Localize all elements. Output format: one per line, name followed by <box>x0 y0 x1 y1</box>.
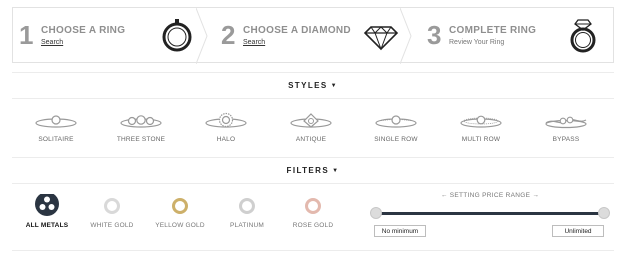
step-choose-diamond[interactable]: 2 CHOOSE A DIAMOND Search <box>207 8 412 64</box>
solitaire-ring-icon <box>35 115 77 128</box>
step-search-link[interactable]: Search <box>243 39 351 46</box>
step-complete-ring[interactable]: 3 COMPLETE RING Review Your Ring <box>411 8 613 62</box>
step-title: CHOOSE A DIAMOND <box>243 24 351 36</box>
progress-steps: 1 CHOOSE A RING Search 2 CHOOSE A DIAMON… <box>12 7 614 64</box>
styles-list: SOLITAIRE THREE STONE HALO ANTIQUE SINGL… <box>12 112 614 152</box>
price-min-handle[interactable] <box>370 207 382 219</box>
white-gold-swatch <box>104 198 120 214</box>
multi-row-ring-icon <box>460 115 502 128</box>
step-title: COMPLETE RING <box>449 24 537 36</box>
style-label: MULTI ROW <box>461 136 501 143</box>
step-divider <box>400 8 412 64</box>
diamond-ring-icon <box>570 19 596 53</box>
yellow-gold-swatch <box>172 198 188 214</box>
step-search-link[interactable]: Search <box>41 39 125 46</box>
styles-toggle[interactable]: STYLES ▼ <box>12 72 614 99</box>
ring-icon <box>162 19 192 52</box>
style-single-row[interactable]: SINGLE ROW <box>356 112 436 143</box>
style-bypass[interactable]: BYPASS <box>526 112 606 143</box>
rose-gold-swatch <box>305 198 321 214</box>
style-antique[interactable]: ANTIQUE <box>271 112 351 143</box>
metal-label: ALL METALS <box>25 222 69 229</box>
style-multi-row[interactable]: MULTI ROW <box>441 112 521 143</box>
metal-platinum[interactable]: PLATINUM <box>212 198 282 229</box>
caret-down-icon: ▼ <box>332 167 340 174</box>
metal-filter-list: ALL METALS WHITE GOLD YELLOW GOLD PLATIN… <box>12 194 352 238</box>
step-divider <box>196 8 208 64</box>
filters-label: FILTERS <box>286 166 330 175</box>
style-label: THREE STONE <box>116 136 166 143</box>
style-label: BYPASS <box>552 136 580 143</box>
price-range-filter: ← SETTING PRICE RANGE → No minimum Unlim… <box>370 192 610 242</box>
step-subtitle: Review Your Ring <box>449 38 505 46</box>
diamond-icon <box>363 26 399 51</box>
divider <box>12 250 614 251</box>
style-label: ANTIQUE <box>295 136 327 143</box>
price-range-track[interactable] <box>375 212 605 215</box>
metal-all[interactable]: ALL METALS <box>12 194 82 229</box>
halo-ring-icon <box>205 112 247 128</box>
three-stone-ring-icon <box>120 115 162 128</box>
style-three-stone[interactable]: THREE STONE <box>101 112 181 143</box>
metal-label: YELLOW GOLD <box>155 222 205 229</box>
bypass-ring-icon <box>545 116 587 129</box>
price-min-input[interactable]: No minimum <box>374 225 426 237</box>
metal-rose-gold[interactable]: ROSE GOLD <box>278 198 348 229</box>
metal-yellow-gold[interactable]: YELLOW GOLD <box>145 198 215 229</box>
caret-down-icon: ▼ <box>330 82 338 89</box>
antique-ring-icon <box>290 113 332 128</box>
style-solitaire[interactable]: SOLITAIRE <box>16 112 96 143</box>
price-range-title: ← SETTING PRICE RANGE → <box>440 192 540 199</box>
style-label: SOLITAIRE <box>38 136 74 143</box>
single-row-ring-icon <box>375 115 417 128</box>
step-choose-ring[interactable]: 1 CHOOSE A RING Search <box>13 8 208 64</box>
metal-label: WHITE GOLD <box>90 222 134 229</box>
price-max-input[interactable]: Unlimited <box>552 225 604 237</box>
all-metals-icon <box>35 194 59 216</box>
metal-white-gold[interactable]: WHITE GOLD <box>77 198 147 229</box>
step-number: 1 <box>19 20 34 50</box>
style-label: SINGLE ROW <box>374 136 418 143</box>
platinum-swatch <box>239 198 255 214</box>
styles-label: STYLES <box>288 81 328 90</box>
step-number: 3 <box>427 20 442 50</box>
price-max-handle[interactable] <box>598 207 610 219</box>
style-halo[interactable]: HALO <box>186 112 266 143</box>
step-number: 2 <box>221 20 236 50</box>
step-title: CHOOSE A RING <box>41 24 126 36</box>
filters-toggle[interactable]: FILTERS ▼ <box>12 157 614 184</box>
style-label: HALO <box>216 136 236 143</box>
metal-label: PLATINUM <box>230 222 264 229</box>
metal-label: ROSE GOLD <box>292 222 334 229</box>
